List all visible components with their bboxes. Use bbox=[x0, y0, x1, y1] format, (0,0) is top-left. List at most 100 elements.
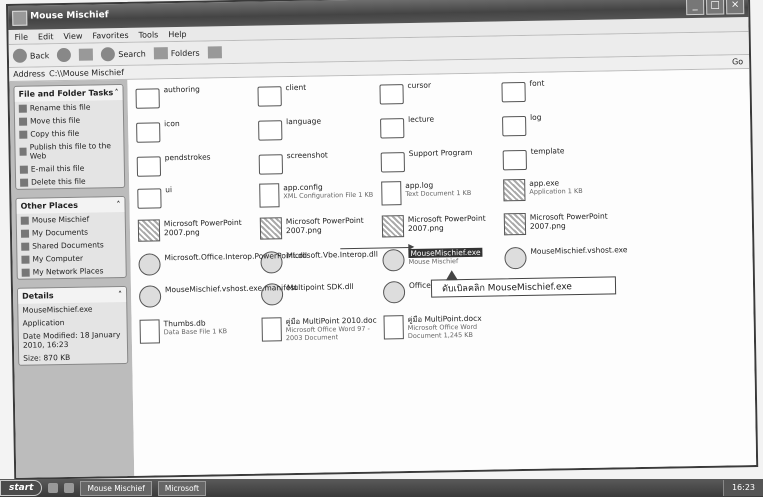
file-label: font bbox=[529, 79, 544, 88]
file-item[interactable]: screenshot bbox=[258, 149, 384, 179]
window-controls: _ □ × bbox=[685, 0, 745, 16]
file-item[interactable]: Thumbs.db Data Base File 1 KB bbox=[139, 318, 265, 348]
other-places-panel: Other Places ˄ Mouse Mischief My Documen… bbox=[15, 195, 127, 280]
file-item[interactable]: font bbox=[501, 77, 626, 107]
menu-view[interactable]: View bbox=[63, 31, 82, 40]
file-item[interactable]: คู่มือ MultiPoint 2010.doc Microsoft Offi… bbox=[261, 315, 387, 345]
file-type: Data Base File 1 KB bbox=[163, 327, 228, 337]
file-item[interactable]: template bbox=[502, 145, 628, 175]
place-item[interactable]: My Network Places bbox=[18, 264, 126, 279]
file-name: lecture bbox=[407, 114, 435, 124]
folder-icon bbox=[501, 81, 526, 103]
address-label: Address bbox=[13, 69, 46, 79]
file-name: Microsoft PowerPoint 2007.png bbox=[407, 213, 486, 234]
collapse-icon[interactable]: ˄ bbox=[114, 88, 118, 97]
file-item[interactable]: คู่มือ MultiPoint.docx Microsoft Office W… bbox=[383, 313, 508, 343]
maximize-button[interactable]: □ bbox=[705, 0, 725, 15]
folders-button[interactable]: Folders bbox=[153, 47, 200, 60]
instruction-callout: ดับเบิลคลิก MouseMischief.exe bbox=[430, 276, 617, 298]
file-icon bbox=[503, 212, 527, 236]
views-button[interactable] bbox=[207, 46, 222, 59]
file-item[interactable]: Microsoft PowerPoint 2007.png bbox=[259, 215, 385, 245]
file-item[interactable]: MouseMischief.vshost.exe.manifest bbox=[138, 283, 297, 314]
file-item[interactable]: Microsoft PowerPoint 2007.png bbox=[381, 213, 507, 243]
file-name: client bbox=[285, 82, 307, 93]
file-item[interactable]: icon bbox=[136, 118, 261, 148]
task-label: E-mail this file bbox=[30, 163, 85, 174]
application-icon bbox=[382, 281, 406, 304]
file-item[interactable]: Support Program bbox=[380, 147, 506, 177]
search-button[interactable]: Search bbox=[101, 47, 146, 62]
file-item[interactable]: Microsoft PowerPoint 2007.png bbox=[503, 211, 629, 241]
task-delete[interactable]: Delete this file bbox=[16, 174, 124, 189]
folders-label: Folders bbox=[170, 48, 200, 58]
file-label: log bbox=[530, 113, 542, 122]
delete-icon bbox=[20, 178, 29, 187]
file-item[interactable]: log bbox=[502, 111, 627, 141]
file-label: authoring bbox=[163, 85, 199, 95]
explorer-window: Mouse Mischief _ □ × File Edit View Favo… bbox=[6, 0, 759, 480]
collapse-icon[interactable]: ˄ bbox=[116, 200, 120, 209]
file-label: app.exe Application 1 KB bbox=[529, 178, 583, 196]
file-item[interactable]: client bbox=[257, 81, 382, 111]
file-item[interactable]: cursor bbox=[379, 79, 504, 109]
taskbar-window-button[interactable]: Mouse Mischief bbox=[80, 480, 152, 496]
file-type: Mouse Mischief bbox=[408, 257, 459, 267]
place-label: My Documents bbox=[31, 227, 89, 238]
file-name: font bbox=[529, 78, 545, 88]
start-button[interactable]: start bbox=[0, 480, 43, 496]
file-item[interactable]: Microsoft PowerPoint 2007.png bbox=[137, 217, 263, 248]
menu-edit[interactable]: Edit bbox=[38, 32, 54, 41]
file-item[interactable]: authoring bbox=[135, 84, 260, 114]
quick-launch-icon[interactable] bbox=[48, 483, 59, 493]
file-label: Microsoft PowerPoint 2007.png bbox=[530, 211, 629, 231]
search-label: Search bbox=[118, 49, 146, 59]
menu-help[interactable]: Help bbox=[168, 29, 186, 38]
go-button[interactable]: Go bbox=[732, 57, 743, 66]
file-item[interactable]: language bbox=[258, 115, 383, 145]
folder-icon bbox=[258, 154, 284, 175]
file-name: Microsoft PowerPoint 2007.png bbox=[163, 217, 242, 238]
address-input[interactable]: C:\\Mouse Mischief bbox=[49, 68, 124, 78]
file-icon bbox=[137, 219, 161, 242]
file-label: คู่มือ MultiPoint.docx Microsoft Office W… bbox=[407, 313, 508, 340]
back-button[interactable]: Back bbox=[12, 48, 50, 63]
file-tasks-title: File and Folder Tasks bbox=[18, 88, 114, 99]
file-name: pendstrokes bbox=[164, 152, 211, 163]
window-title: Mouse Mischief bbox=[30, 10, 109, 22]
other-places-title: Other Places bbox=[20, 200, 79, 211]
place-label: My Network Places bbox=[32, 266, 104, 277]
quick-launch-icon[interactable] bbox=[64, 483, 75, 493]
move-icon bbox=[18, 117, 28, 126]
file-item[interactable]: app.log Text Document 1 KB bbox=[381, 179, 506, 209]
minimize-button[interactable]: _ bbox=[685, 0, 705, 16]
file-item[interactable]: ui bbox=[137, 184, 262, 214]
menu-file[interactable]: File bbox=[14, 32, 28, 41]
collapse-icon[interactable]: ˄ bbox=[118, 290, 122, 299]
forward-button[interactable] bbox=[57, 47, 72, 63]
taskbar-window-button[interactable]: Microsoft bbox=[157, 480, 207, 496]
folder-icon bbox=[380, 152, 405, 173]
file-item[interactable]: MouseMischief.vshost.exe bbox=[504, 245, 629, 275]
file-type: Text Document 1 KB bbox=[405, 188, 472, 199]
file-item[interactable]: pendstrokes bbox=[136, 152, 262, 182]
file-name: screenshot bbox=[286, 150, 328, 161]
file-item[interactable]: lecture bbox=[380, 113, 505, 143]
file-label: MouseMischief.exe Mouse Mischief bbox=[408, 247, 483, 267]
file-item[interactable]: Microsoft.Office.Interop.PowerPoint.dll bbox=[138, 251, 307, 282]
file-name: ui bbox=[165, 185, 173, 195]
file-item[interactable]: app.config XML Configuration File 1 KB bbox=[259, 181, 384, 211]
file-label: icon bbox=[164, 119, 180, 128]
file-type: Microsoft Office Word 97 - 2003 Document bbox=[285, 324, 370, 343]
menu-tools[interactable]: Tools bbox=[138, 30, 158, 39]
email-icon bbox=[19, 165, 28, 174]
publish-icon bbox=[19, 147, 27, 156]
back-label: Back bbox=[29, 50, 50, 61]
file-item[interactable]: app.exe Application 1 KB bbox=[503, 177, 628, 207]
file-label: lecture bbox=[408, 115, 434, 124]
close-button[interactable]: × bbox=[725, 0, 745, 15]
task-label: Rename this file bbox=[29, 102, 91, 113]
task-publish[interactable]: Publish this file to the Web bbox=[15, 139, 123, 163]
up-folder-button[interactable] bbox=[79, 48, 94, 61]
menu-favorites[interactable]: Favorites bbox=[92, 30, 128, 40]
